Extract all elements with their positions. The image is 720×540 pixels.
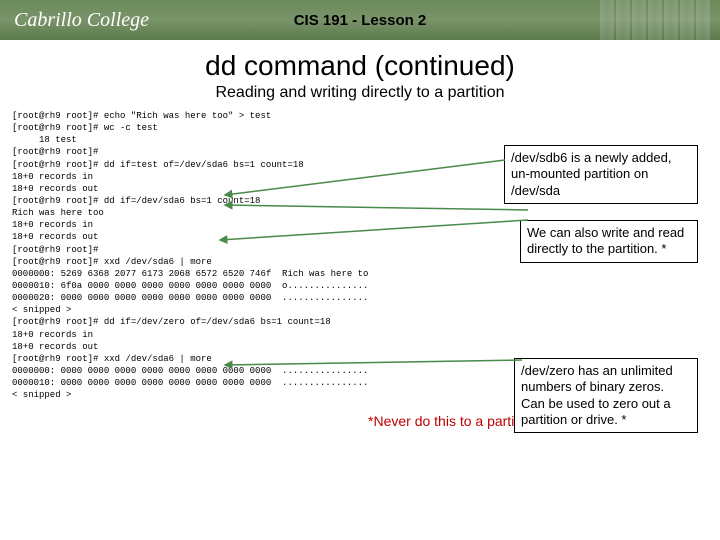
slide-title: dd command (continued) [10, 50, 710, 82]
banner-decoration [600, 0, 720, 40]
callout-read-write: We can also write and read directly to t… [520, 220, 698, 263]
banner: Cabrillo College CIS 191 - Lesson 2 [0, 0, 720, 40]
callout-dev-zero: /dev/zero has an unlimited numbers of bi… [514, 358, 698, 433]
slide-subtitle: Reading and writing directly to a partit… [10, 84, 710, 102]
slide-body: dd command (continued) Reading and writi… [0, 40, 720, 429]
college-logo: Cabrillo College [0, 9, 149, 32]
course-title: CIS 191 - Lesson 2 [294, 12, 427, 29]
callout-partition-info: /dev/sdb6 is a newly added, un-mounted p… [504, 145, 698, 204]
